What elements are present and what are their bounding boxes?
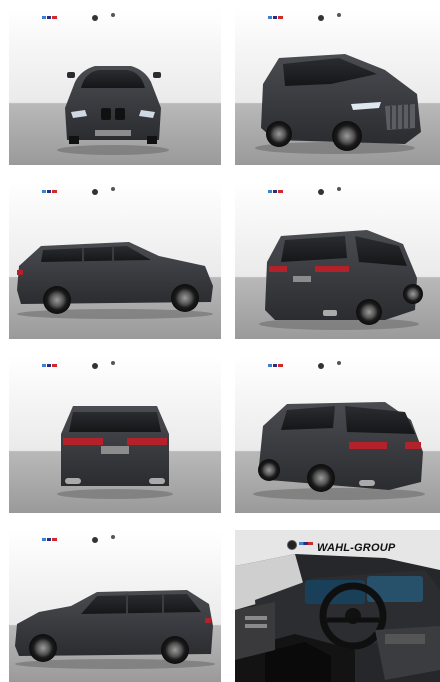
gallery-photo-rear[interactable] [9,356,221,513]
gallery-photo-rear-three-quarter-left[interactable] [235,182,440,339]
bmw-logo-icon [287,540,297,550]
gallery-photo-front[interactable] [9,8,221,165]
gallery-photo-side-left[interactable] [9,182,221,339]
gallery-photo-rear-three-quarter-right[interactable] [235,356,440,513]
dealer-name: WAHL-GROUP [317,542,396,554]
dealer-banner: WAHL-GROUP [235,538,440,554]
photo-gallery: WAHL-GROUP [0,0,440,682]
gallery-photo-side-left-2[interactable] [9,530,221,682]
gallery-photo-front-three-quarter[interactable] [235,8,440,165]
gallery-photo-interior[interactable]: WAHL-GROUP [235,530,440,682]
m-stripe-icon [299,542,313,545]
